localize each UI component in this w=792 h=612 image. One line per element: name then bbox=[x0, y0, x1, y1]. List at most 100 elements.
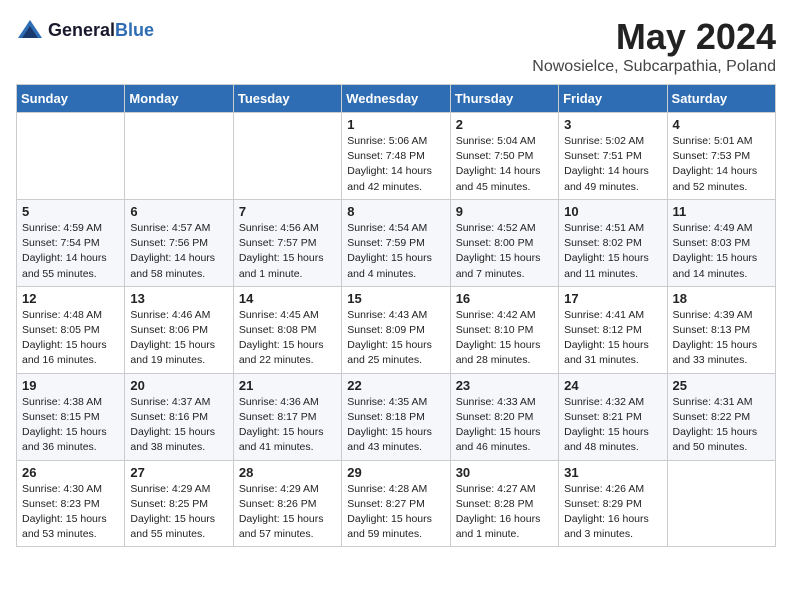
calendar-cell: 11 Sunrise: 4:49 AM Sunset: 8:03 PM Dayli… bbox=[667, 199, 775, 286]
day-info: Sunrise: 4:32 AM Sunset: 8:21 PM Dayligh… bbox=[564, 395, 661, 456]
calendar-cell: 21 Sunrise: 4:36 AM Sunset: 8:17 PM Dayli… bbox=[233, 373, 341, 460]
calendar-cell: 12Sunrise: 4:48 AM Sunset: 8:05 PM Dayli… bbox=[17, 286, 125, 373]
day-number: 27 bbox=[130, 465, 227, 480]
day-number: 22 bbox=[347, 378, 444, 393]
calendar-cell: 22 Sunrise: 4:35 AM Sunset: 8:18 PM Dayli… bbox=[342, 373, 450, 460]
day-info: Sunrise: 4:46 AM Sunset: 8:06 PM Dayligh… bbox=[130, 308, 227, 369]
calendar-cell: 7 Sunrise: 4:56 AM Sunset: 7:57 PM Daylig… bbox=[233, 199, 341, 286]
day-number: 13 bbox=[130, 291, 227, 306]
day-info: Sunrise: 4:36 AM Sunset: 8:17 PM Dayligh… bbox=[239, 395, 336, 456]
logo-icon bbox=[16, 16, 44, 44]
calendar-cell: 1Sunrise: 5:06 AM Sunset: 7:48 PM Daylig… bbox=[342, 113, 450, 200]
day-number: 26 bbox=[22, 465, 119, 480]
day-info: Sunrise: 4:35 AM Sunset: 8:18 PM Dayligh… bbox=[347, 395, 444, 456]
days-header-row: SundayMondayTuesdayWednesdayThursdayFrid… bbox=[17, 85, 776, 113]
day-number: 10 bbox=[564, 204, 661, 219]
logo-text: GeneralBlue bbox=[48, 20, 154, 41]
calendar-cell: 3Sunrise: 5:02 AM Sunset: 7:51 PM Daylig… bbox=[559, 113, 667, 200]
day-number: 5 bbox=[22, 204, 119, 219]
day-header-thursday: Thursday bbox=[450, 85, 558, 113]
day-info: Sunrise: 5:06 AM Sunset: 7:48 PM Dayligh… bbox=[347, 134, 444, 195]
calendar-cell: 17 Sunrise: 4:41 AM Sunset: 8:12 PM Dayli… bbox=[559, 286, 667, 373]
day-info: Sunrise: 4:28 AM Sunset: 8:27 PM Dayligh… bbox=[347, 482, 444, 543]
day-number: 31 bbox=[564, 465, 661, 480]
day-number: 6 bbox=[130, 204, 227, 219]
day-info: Sunrise: 4:57 AM Sunset: 7:56 PM Dayligh… bbox=[130, 221, 227, 282]
day-info: Sunrise: 4:41 AM Sunset: 8:12 PM Dayligh… bbox=[564, 308, 661, 369]
day-number: 3 bbox=[564, 117, 661, 132]
calendar-cell bbox=[125, 113, 233, 200]
calendar-cell: 25Sunrise: 4:31 AM Sunset: 8:22 PM Dayli… bbox=[667, 373, 775, 460]
day-number: 14 bbox=[239, 291, 336, 306]
calendar-cell: 31 Sunrise: 4:26 AM Sunset: 8:29 PM Dayli… bbox=[559, 460, 667, 547]
day-info: Sunrise: 4:30 AM Sunset: 8:23 PM Dayligh… bbox=[22, 482, 119, 543]
day-number: 15 bbox=[347, 291, 444, 306]
calendar-cell: 29Sunrise: 4:28 AM Sunset: 8:27 PM Dayli… bbox=[342, 460, 450, 547]
day-number: 17 bbox=[564, 291, 661, 306]
day-info: Sunrise: 4:39 AM Sunset: 8:13 PM Dayligh… bbox=[673, 308, 770, 369]
day-number: 30 bbox=[456, 465, 553, 480]
day-number: 23 bbox=[456, 378, 553, 393]
day-info: Sunrise: 5:01 AM Sunset: 7:53 PM Dayligh… bbox=[673, 134, 770, 195]
calendar-cell: 26 Sunrise: 4:30 AM Sunset: 8:23 PM Dayli… bbox=[17, 460, 125, 547]
day-number: 7 bbox=[239, 204, 336, 219]
day-info: Sunrise: 4:43 AM Sunset: 8:09 PM Dayligh… bbox=[347, 308, 444, 369]
calendar-cell: 27 Sunrise: 4:29 AM Sunset: 8:25 PM Dayli… bbox=[125, 460, 233, 547]
day-number: 21 bbox=[239, 378, 336, 393]
calendar-cell: 30 Sunrise: 4:27 AM Sunset: 8:28 PM Dayli… bbox=[450, 460, 558, 547]
calendar-cell: 10 Sunrise: 4:51 AM Sunset: 8:02 PM Dayli… bbox=[559, 199, 667, 286]
day-header-monday: Monday bbox=[125, 85, 233, 113]
day-header-tuesday: Tuesday bbox=[233, 85, 341, 113]
page-header: GeneralBlue May 2024 Nowosielce, Subcarp… bbox=[16, 16, 776, 76]
day-number: 24 bbox=[564, 378, 661, 393]
calendar-cell: 2 Sunrise: 5:04 AM Sunset: 7:50 PM Daylig… bbox=[450, 113, 558, 200]
calendar-cell: 5 Sunrise: 4:59 AM Sunset: 7:54 PM Daylig… bbox=[17, 199, 125, 286]
calendar-cell: 9Sunrise: 4:52 AM Sunset: 8:00 PM Daylig… bbox=[450, 199, 558, 286]
day-info: Sunrise: 4:49 AM Sunset: 8:03 PM Dayligh… bbox=[673, 221, 770, 282]
day-number: 19 bbox=[22, 378, 119, 393]
calendar-cell: 8Sunrise: 4:54 AM Sunset: 7:59 PM Daylig… bbox=[342, 199, 450, 286]
day-info: Sunrise: 4:37 AM Sunset: 8:16 PM Dayligh… bbox=[130, 395, 227, 456]
day-number: 11 bbox=[673, 204, 770, 219]
day-info: Sunrise: 4:26 AM Sunset: 8:29 PM Dayligh… bbox=[564, 482, 661, 543]
calendar-cell: 23 Sunrise: 4:33 AM Sunset: 8:20 PM Dayli… bbox=[450, 373, 558, 460]
day-header-saturday: Saturday bbox=[667, 85, 775, 113]
calendar-cell: 6 Sunrise: 4:57 AM Sunset: 7:56 PM Daylig… bbox=[125, 199, 233, 286]
calendar-cell: 28Sunrise: 4:29 AM Sunset: 8:26 PM Dayli… bbox=[233, 460, 341, 547]
calendar-cell: 16Sunrise: 4:42 AM Sunset: 8:10 PM Dayli… bbox=[450, 286, 558, 373]
calendar-week-2: 5 Sunrise: 4:59 AM Sunset: 7:54 PM Daylig… bbox=[17, 199, 776, 286]
calendar-cell bbox=[233, 113, 341, 200]
day-number: 4 bbox=[673, 117, 770, 132]
day-info: Sunrise: 4:59 AM Sunset: 7:54 PM Dayligh… bbox=[22, 221, 119, 282]
day-info: Sunrise: 4:45 AM Sunset: 8:08 PM Dayligh… bbox=[239, 308, 336, 369]
calendar-week-4: 19 Sunrise: 4:38 AM Sunset: 8:15 PM Dayli… bbox=[17, 373, 776, 460]
day-info: Sunrise: 4:54 AM Sunset: 7:59 PM Dayligh… bbox=[347, 221, 444, 282]
day-number: 20 bbox=[130, 378, 227, 393]
calendar-table: SundayMondayTuesdayWednesdayThursdayFrid… bbox=[16, 84, 776, 547]
calendar-cell: 15 Sunrise: 4:43 AM Sunset: 8:09 PM Dayli… bbox=[342, 286, 450, 373]
calendar-cell: 18Sunrise: 4:39 AM Sunset: 8:13 PM Dayli… bbox=[667, 286, 775, 373]
day-info: Sunrise: 4:29 AM Sunset: 8:25 PM Dayligh… bbox=[130, 482, 227, 543]
day-header-sunday: Sunday bbox=[17, 85, 125, 113]
day-info: Sunrise: 4:38 AM Sunset: 8:15 PM Dayligh… bbox=[22, 395, 119, 456]
calendar-cell: 24 Sunrise: 4:32 AM Sunset: 8:21 PM Dayli… bbox=[559, 373, 667, 460]
day-info: Sunrise: 4:52 AM Sunset: 8:00 PM Dayligh… bbox=[456, 221, 553, 282]
calendar-cell bbox=[17, 113, 125, 200]
calendar-week-5: 26 Sunrise: 4:30 AM Sunset: 8:23 PM Dayli… bbox=[17, 460, 776, 547]
title-block: May 2024 Nowosielce, Subcarpathia, Polan… bbox=[532, 16, 776, 76]
day-info: Sunrise: 5:04 AM Sunset: 7:50 PM Dayligh… bbox=[456, 134, 553, 195]
day-info: Sunrise: 4:33 AM Sunset: 8:20 PM Dayligh… bbox=[456, 395, 553, 456]
day-number: 12 bbox=[22, 291, 119, 306]
day-info: Sunrise: 4:56 AM Sunset: 7:57 PM Dayligh… bbox=[239, 221, 336, 282]
day-header-friday: Friday bbox=[559, 85, 667, 113]
calendar-week-1: 1Sunrise: 5:06 AM Sunset: 7:48 PM Daylig… bbox=[17, 113, 776, 200]
calendar-cell: 4 Sunrise: 5:01 AM Sunset: 7:53 PM Daylig… bbox=[667, 113, 775, 200]
day-info: Sunrise: 4:27 AM Sunset: 8:28 PM Dayligh… bbox=[456, 482, 553, 543]
calendar-cell: 19 Sunrise: 4:38 AM Sunset: 8:15 PM Dayli… bbox=[17, 373, 125, 460]
day-info: Sunrise: 4:31 AM Sunset: 8:22 PM Dayligh… bbox=[673, 395, 770, 456]
location-title: Nowosielce, Subcarpathia, Poland bbox=[532, 58, 776, 76]
month-title: May 2024 bbox=[532, 16, 776, 58]
logo-general: General bbox=[48, 20, 115, 40]
day-number: 2 bbox=[456, 117, 553, 132]
day-info: Sunrise: 4:51 AM Sunset: 8:02 PM Dayligh… bbox=[564, 221, 661, 282]
